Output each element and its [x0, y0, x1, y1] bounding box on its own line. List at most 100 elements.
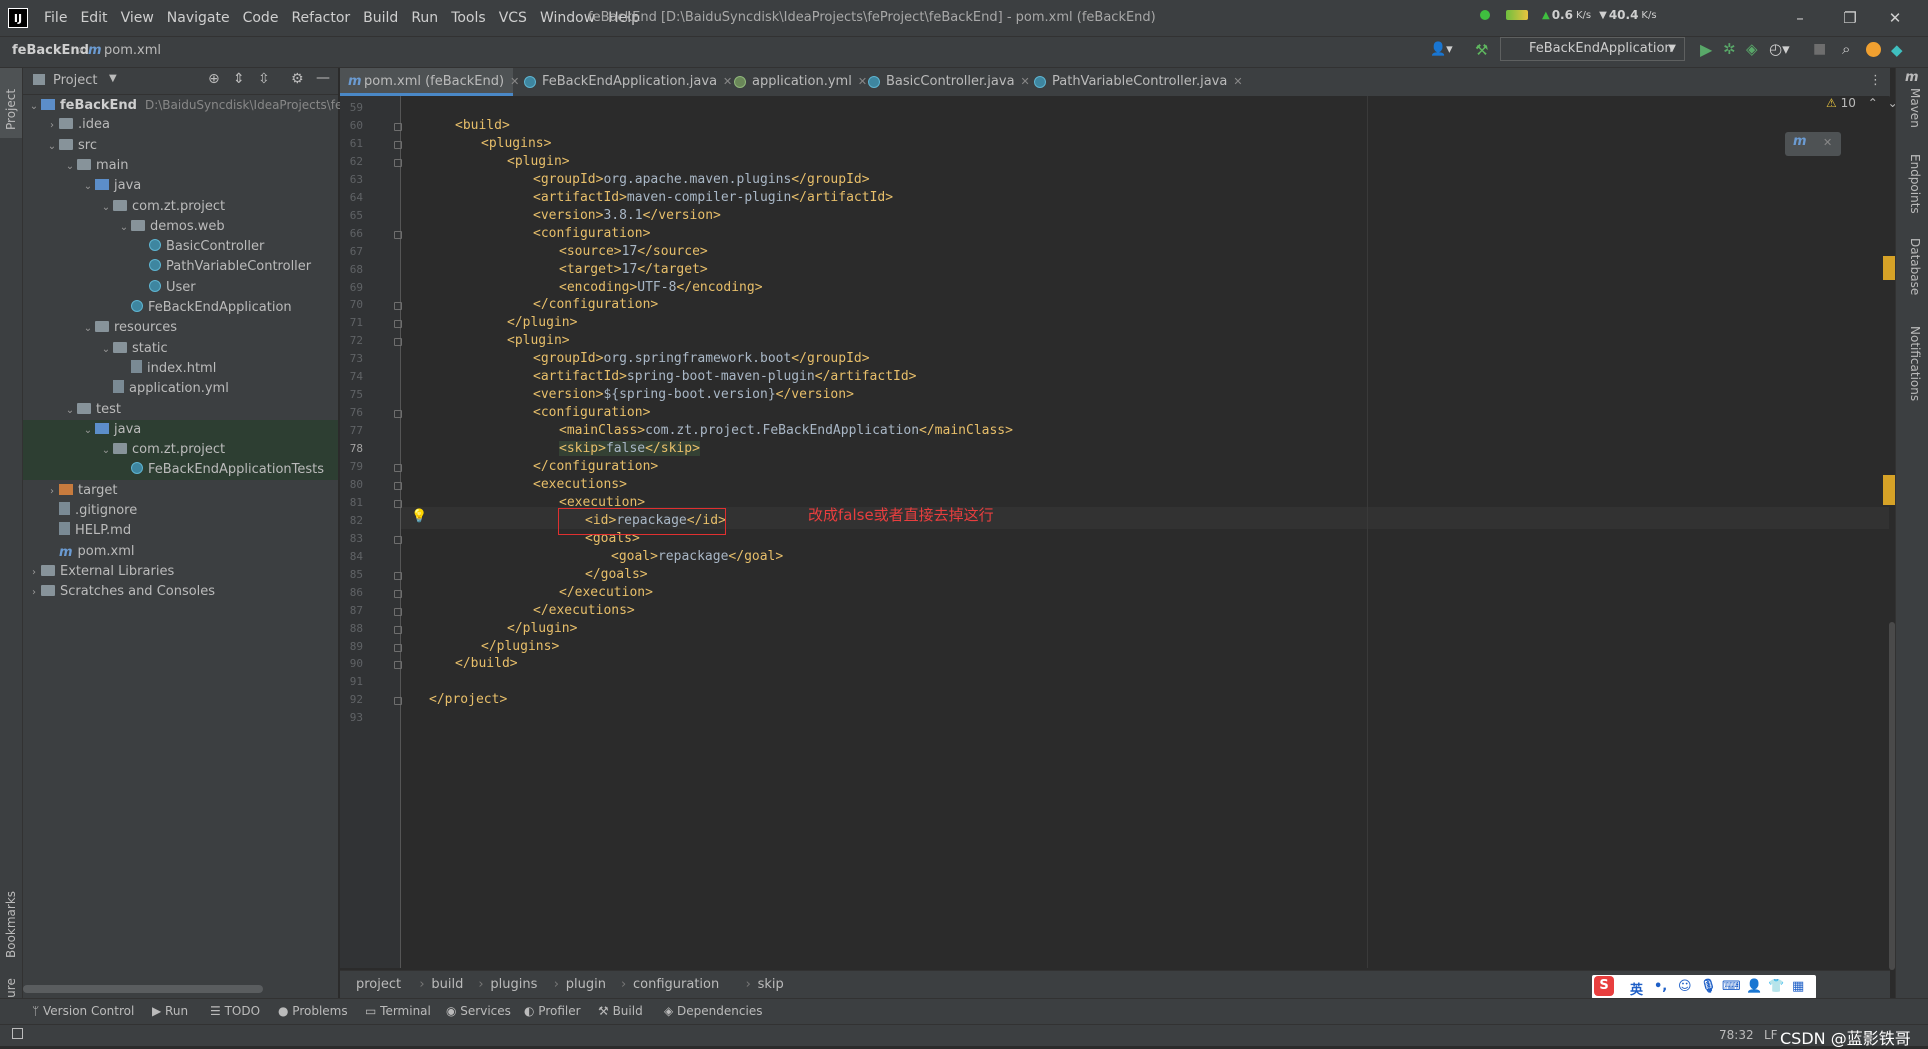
chevron-down-icon[interactable]: ⌄: [27, 97, 41, 117]
tab-pom-xml[interactable]: m pom.xml (feBackEnd) ✕: [340, 68, 519, 96]
line-separator[interactable]: LF: [1764, 1028, 1778, 1042]
fold-marker-icon[interactable]: [394, 122, 402, 131]
fold-marker-icon[interactable]: [394, 643, 402, 652]
tree-item[interactable]: › target: [23, 481, 338, 501]
code-line[interactable]: </plugin>: [507, 315, 577, 330]
tree-item[interactable]: ⌄ com.zt.project: [23, 197, 338, 217]
tool-window-profiler[interactable]: ◐ Profiler: [524, 1004, 581, 1018]
code-line[interactable]: <source>17</source>: [559, 244, 708, 259]
menu-item-navigate[interactable]: Navigate: [167, 10, 230, 26]
bookmarks-tool-label[interactable]: Bookmarks: [4, 891, 18, 958]
tree-item[interactable]: ⌄ com.zt.project: [23, 440, 338, 461]
tree-item[interactable]: m pom.xml: [23, 542, 338, 562]
tree-item[interactable]: › .idea: [23, 115, 338, 135]
chevron-down-icon[interactable]: ⌄: [63, 401, 77, 421]
fold-marker-icon[interactable]: [394, 464, 402, 472]
warning-indicator[interactable]: ⚠ 10 ⌃ ⌄: [1826, 96, 1898, 110]
tab-febackendapplication[interactable]: FeBackEndApplication.java ✕: [518, 68, 738, 96]
ime-lang[interactable]: 英: [1630, 979, 1643, 998]
tree-item[interactable]: index.html: [23, 359, 338, 379]
code-line[interactable]: <goal>repackage</goal>: [611, 549, 783, 564]
tool-window-services[interactable]: ◉ Services: [446, 1004, 511, 1018]
code-line[interactable]: </plugins>: [481, 639, 559, 654]
chevron-down-icon[interactable]: ⌄: [81, 177, 95, 197]
tab-pathvariablecontroller[interactable]: PathVariableController.java ✕: [1028, 68, 1249, 96]
restore-button[interactable]: ❐: [1835, 6, 1865, 30]
maven-reload-icon[interactable]: m: [1793, 134, 1807, 149]
code-line[interactable]: <target>17</target>: [559, 262, 708, 277]
user-icon[interactable]: 👤▾: [1430, 42, 1453, 57]
menu-item-window[interactable]: Window: [540, 10, 595, 26]
tree-item[interactable]: ⌄ test: [23, 400, 338, 420]
skin-icon[interactable]: 👕: [1768, 979, 1784, 994]
code-line[interactable]: </plugin>: [507, 621, 577, 636]
collapse-all-icon[interactable]: ⇳: [258, 71, 270, 87]
fold-marker-icon[interactable]: [394, 697, 402, 706]
code-line[interactable]: <groupId>org.apache.maven.plugins</group…: [533, 172, 870, 187]
chevron-down-icon[interactable]: ⌄: [99, 441, 113, 461]
fold-marker-icon[interactable]: [394, 625, 402, 634]
database-tool-label[interactable]: Database: [1908, 238, 1922, 295]
fold-marker-icon[interactable]: [394, 302, 402, 311]
plugin-icon[interactable]: ◆: [1891, 41, 1903, 59]
code-line[interactable]: <plugin>: [507, 333, 570, 348]
tree-item[interactable]: .gitignore: [23, 501, 338, 521]
menu-item-view[interactable]: View: [121, 10, 154, 26]
tool-window-terminal[interactable]: ▭ Terminal: [365, 1004, 431, 1018]
menu-item-file[interactable]: File: [44, 10, 67, 26]
code-line[interactable]: <plugin>: [507, 154, 570, 169]
fold-marker-icon[interactable]: [394, 589, 402, 598]
tree-item[interactable]: application.yml: [23, 379, 338, 399]
coverage-icon[interactable]: ◈: [1746, 40, 1758, 58]
fold-marker-icon[interactable]: [394, 230, 402, 239]
tool-window-version-control[interactable]: ᛘ Version Control: [32, 1004, 134, 1018]
tree-item[interactable]: HELP.md: [23, 521, 338, 541]
search-icon[interactable]: ⌕: [1842, 40, 1850, 58]
fold-marker-icon[interactable]: [394, 499, 402, 508]
code-line[interactable]: <skip>false</skip>: [559, 441, 700, 457]
tree-item[interactable]: ⌄ main: [23, 156, 338, 176]
fold-marker-icon[interactable]: [394, 320, 402, 329]
tool-window-dependencies[interactable]: ◈ Dependencies: [664, 1004, 762, 1018]
lightbulb-icon[interactable]: 💡: [411, 509, 427, 524]
emoji-icon[interactable]: ☺: [1678, 979, 1692, 994]
project-tool-label[interactable]: Project: [4, 89, 18, 130]
chevron-down-icon[interactable]: ⌄: [99, 340, 113, 360]
tree-item[interactable]: ⌄ src: [23, 136, 338, 156]
keyboard-icon[interactable]: ⌨: [1722, 979, 1741, 994]
maven-reload-popup[interactable]: m ✕: [1785, 132, 1841, 156]
nav-file[interactable]: pom.xml: [104, 43, 161, 58]
close-icon[interactable]: ✕: [1823, 136, 1832, 149]
chevron-up-icon[interactable]: ⌃: [1868, 96, 1878, 110]
fold-marker-icon[interactable]: [394, 338, 402, 347]
tree-item[interactable]: ⌄ demos.web: [23, 217, 338, 237]
menu-item-build[interactable]: Build: [363, 10, 398, 26]
code-line[interactable]: </goals>: [585, 567, 648, 582]
breadcrumb-item[interactable]: build: [431, 977, 463, 992]
profile-icon[interactable]: ◴▾: [1769, 40, 1790, 58]
close-window-button[interactable]: ✕: [1880, 6, 1910, 30]
breadcrumb-item[interactable]: configuration: [633, 977, 719, 992]
user-icon[interactable]: 👤: [1746, 979, 1762, 994]
code-line[interactable]: <artifactId>maven-compiler-plugin</artif…: [533, 190, 893, 205]
chevron-right-icon[interactable]: ›: [27, 583, 41, 603]
chevron-right-icon[interactable]: ›: [45, 482, 59, 502]
breadcrumb-item[interactable]: skip: [758, 977, 784, 992]
change-marker[interactable]: [1883, 256, 1895, 280]
menu-item-vcs[interactable]: VCS: [499, 10, 527, 26]
endpoints-tool-label[interactable]: Endpoints: [1908, 154, 1922, 214]
tab-application-yml[interactable]: application.yml ✕: [728, 68, 873, 96]
fold-marker-icon[interactable]: [394, 607, 402, 616]
menu-item-refactor[interactable]: Refactor: [291, 10, 350, 26]
chevron-down-icon[interactable]: ▼: [109, 73, 117, 84]
code-line[interactable]: <groupId>org.springframework.boot</group…: [533, 351, 870, 366]
code-line[interactable]: <encoding>UTF-8</encoding>: [559, 280, 763, 295]
chevron-down-icon[interactable]: ⌄: [81, 421, 95, 441]
stop-icon[interactable]: ■: [1813, 41, 1826, 57]
menu-item-edit[interactable]: Edit: [80, 10, 107, 26]
maven-tool-label[interactable]: Maven: [1908, 88, 1922, 128]
fold-marker-icon[interactable]: [394, 410, 402, 419]
code-line[interactable]: <version>3.8.1</version>: [533, 208, 721, 223]
tree-scrollbar[interactable]: [23, 985, 263, 993]
code-line[interactable]: <configuration>: [533, 226, 650, 241]
